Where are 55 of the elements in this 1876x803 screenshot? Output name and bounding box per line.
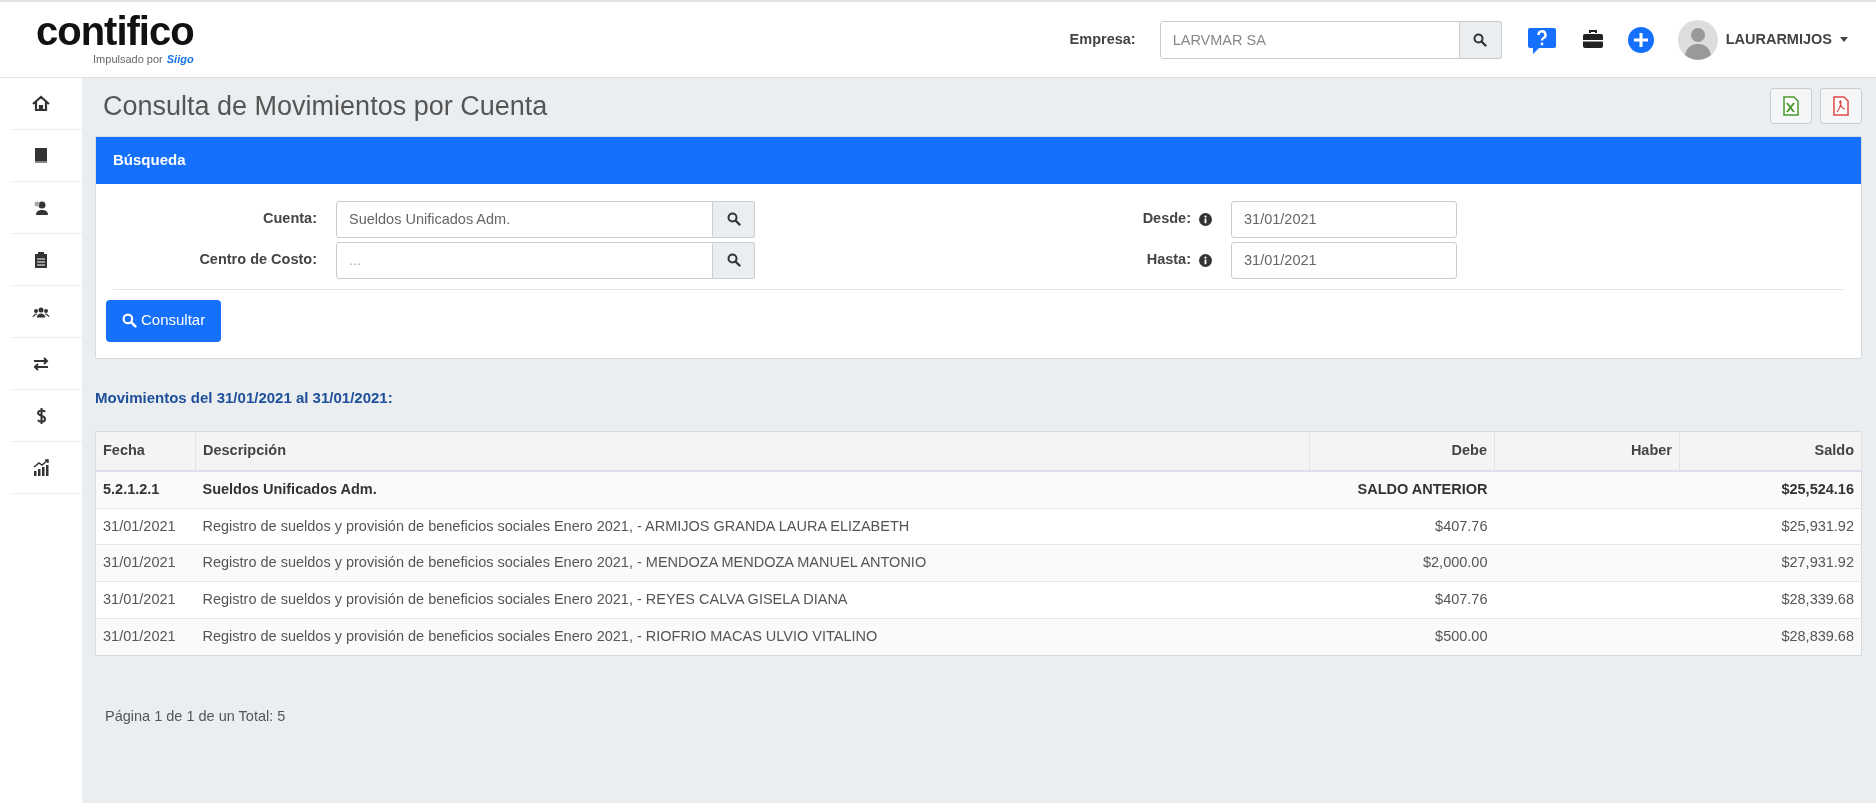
table-cell: $25,524.16 xyxy=(1679,470,1862,508)
logo[interactable]: contifico xyxy=(36,11,194,52)
date-field[interactable]: 31/01/2021 xyxy=(1231,200,1457,238)
lookup-button[interactable] xyxy=(713,241,755,279)
column-header: Debe xyxy=(1309,431,1495,471)
tagline: Impulsado por xyxy=(93,52,163,68)
company-label: Empresa: xyxy=(1069,29,1136,49)
search-icon xyxy=(726,253,741,267)
add-icon[interactable] xyxy=(1627,26,1654,53)
table-cell: $28,839.68 xyxy=(1679,618,1862,655)
company-field[interactable]: LARVMAR SA xyxy=(1159,20,1460,59)
column-header: Descripción xyxy=(195,431,1310,471)
table-cell: Registro de sueldos y provisión de beneficios sociales Enero 2021, - MENDOZA MENDOZA MANUEL ANTONIO xyxy=(195,544,1310,582)
table-cell: 5.2.1.2.1 xyxy=(95,470,196,508)
table-cell: Sueldos Unificados Adm. xyxy=(195,470,1310,508)
table-cell: $2,000.00 xyxy=(1309,544,1495,582)
briefcase-icon[interactable] xyxy=(1581,29,1604,50)
consult-button[interactable]: Consultar xyxy=(106,299,222,342)
table-cell: SALDO ANTERIOR xyxy=(1309,470,1495,508)
results-title: Movimientos del 31/01/2021 al 31/01/2021: xyxy=(95,387,394,408)
field-label: Cuenta: xyxy=(262,209,318,229)
page-title: Consulta de Movimientos por Cuenta xyxy=(103,89,548,123)
home-icon[interactable] xyxy=(31,93,51,114)
table-cell: $500.00 xyxy=(1309,618,1495,655)
field-label: Centro de Costo: xyxy=(198,250,318,270)
field-label: Desde: xyxy=(1142,209,1191,229)
date-field[interactable]: 31/01/2021 xyxy=(1231,241,1457,279)
chart-icon[interactable] xyxy=(31,457,51,478)
user-menu[interactable]: LAURARMIJOS xyxy=(1725,28,1832,51)
search-icon xyxy=(726,212,741,226)
pdf-file-icon xyxy=(1833,96,1849,116)
column-header: Haber xyxy=(1494,431,1680,471)
search-icon xyxy=(1473,32,1488,47)
pdf-export-button[interactable] xyxy=(1820,88,1862,124)
table-cell: Registro de sueldos y provisión de beneficios sociales Enero 2021, - RIOFRIO MACAS ULVIO VITALINO xyxy=(195,618,1310,655)
search-input-field[interactable]: Sueldos Unificados Adm. xyxy=(336,200,713,238)
panel-header: Búsqueda xyxy=(96,137,1861,184)
table-cell: 31/01/2021 xyxy=(95,618,196,655)
table-cell: $27,931.92 xyxy=(1679,544,1862,582)
lookup-button[interactable] xyxy=(713,200,755,238)
column-header: Fecha xyxy=(95,431,196,471)
search-input-field[interactable]: ... xyxy=(336,241,713,279)
search-icon xyxy=(122,313,137,328)
table-cell: 31/01/2021 xyxy=(95,544,196,582)
column-header: Saldo xyxy=(1679,431,1862,471)
tagline-brand: Siigo xyxy=(166,52,194,68)
user-avatar[interactable] xyxy=(1677,19,1718,60)
pagination-info: Página 1 de 1 de un Total: 5 xyxy=(105,706,287,726)
company-search-button[interactable] xyxy=(1459,20,1502,59)
caret-icon[interactable] xyxy=(1840,37,1848,42)
info-icon xyxy=(1199,212,1212,226)
field-label: Hasta: xyxy=(1146,250,1191,270)
excel-export-button[interactable] xyxy=(1770,88,1812,124)
info-icon xyxy=(1199,253,1212,267)
spreadsheet-file-icon xyxy=(1783,96,1799,116)
